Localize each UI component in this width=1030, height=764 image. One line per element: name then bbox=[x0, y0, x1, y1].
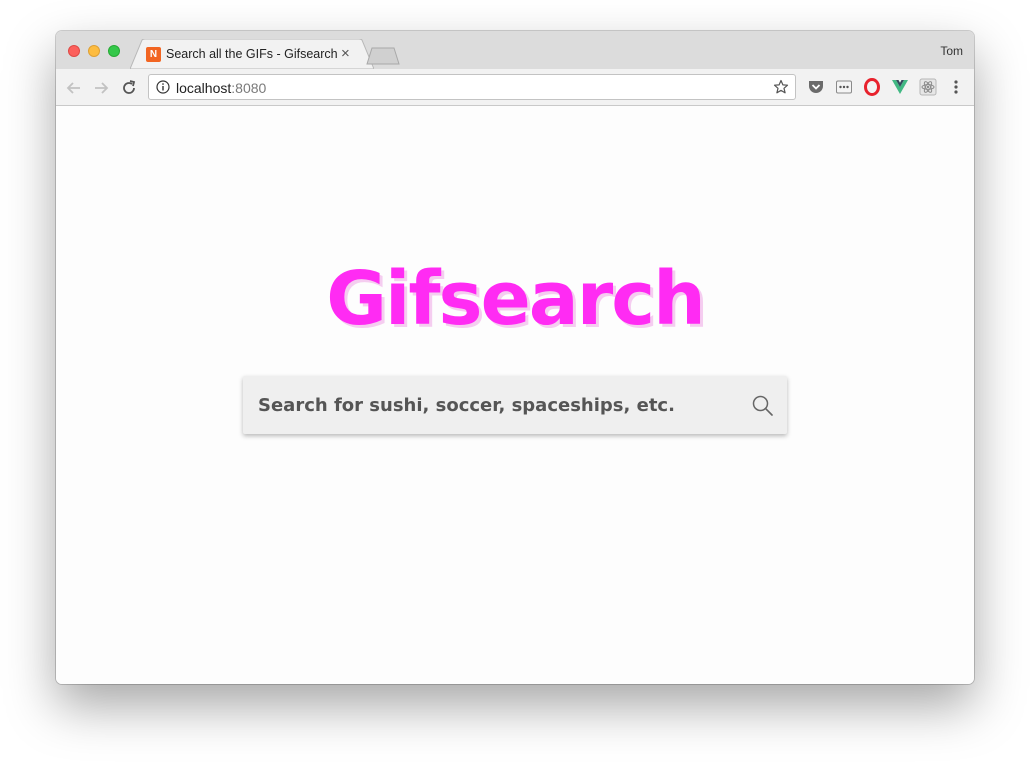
pocket-icon[interactable] bbox=[807, 78, 825, 96]
page-content: Gifsearch bbox=[56, 106, 974, 684]
url-text[interactable]: localhost:8080 bbox=[176, 80, 266, 96]
site-logo: Gifsearch bbox=[326, 256, 706, 342]
tab-title: Search all the GIFs - Gifsearch bbox=[166, 47, 338, 61]
star-icon[interactable] bbox=[773, 79, 789, 95]
window-maximize-button[interactable] bbox=[108, 45, 120, 57]
new-tab-button[interactable] bbox=[366, 47, 402, 65]
forward-icon[interactable] bbox=[92, 79, 110, 97]
tab-close-icon[interactable]: × bbox=[341, 46, 350, 62]
opera-icon[interactable] bbox=[863, 78, 881, 96]
vue-devtools-icon[interactable] bbox=[891, 78, 909, 96]
info-icon[interactable] bbox=[156, 80, 170, 94]
menu-icon[interactable] bbox=[947, 78, 965, 96]
back-icon[interactable] bbox=[65, 79, 83, 97]
profile-name[interactable]: Tom bbox=[940, 44, 963, 58]
tab-active[interactable]: N Search all the GIFs - Gifsearch × bbox=[130, 39, 374, 69]
window-minimize-button[interactable] bbox=[88, 45, 100, 57]
tab-favicon-icon: N bbox=[146, 47, 161, 62]
search-icon[interactable] bbox=[752, 395, 773, 416]
url-host: localhost bbox=[176, 80, 232, 96]
window-close-button[interactable] bbox=[68, 45, 80, 57]
url-port: :8080 bbox=[231, 80, 267, 96]
browser-window: N Search all the GIFs - Gifsearch × Tom … bbox=[56, 31, 974, 684]
tab-strip: N Search all the GIFs - Gifsearch × Tom bbox=[56, 31, 974, 69]
search-input[interactable] bbox=[258, 376, 728, 434]
browser-toolbar: localhost:8080 bbox=[56, 69, 974, 106]
extension-dots-icon[interactable] bbox=[835, 78, 853, 96]
reload-icon[interactable] bbox=[120, 79, 138, 97]
search-bar[interactable] bbox=[243, 376, 787, 434]
address-bar[interactable]: localhost:8080 bbox=[148, 74, 796, 100]
react-devtools-icon[interactable] bbox=[919, 78, 937, 96]
